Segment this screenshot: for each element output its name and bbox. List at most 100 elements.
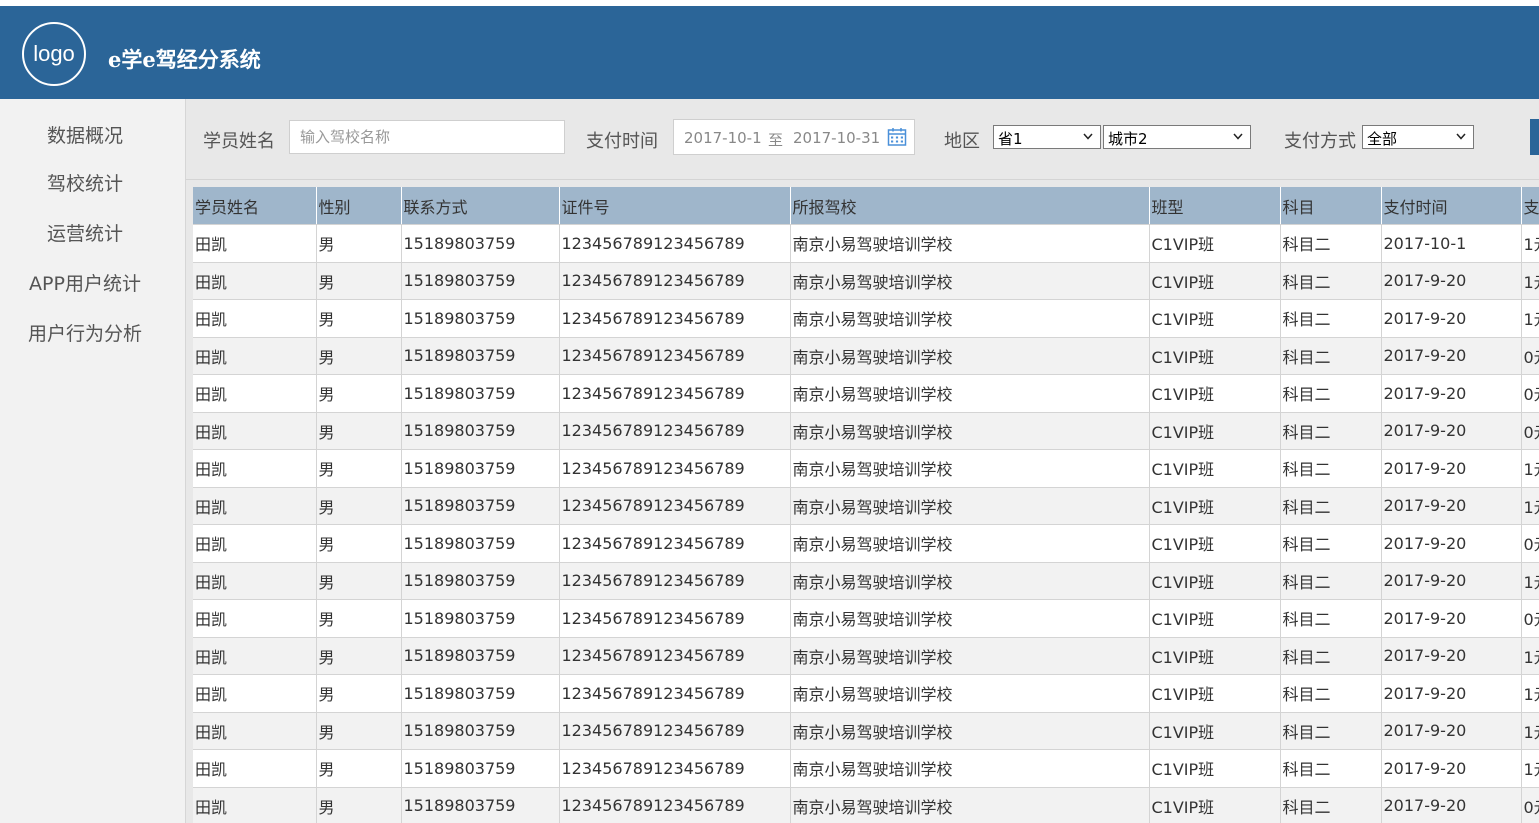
cell-subject: 科目二 — [1280, 787, 1382, 823]
cell-pay-time: 2017-9-20 — [1381, 562, 1522, 600]
table-row[interactable]: 田凯男 15189803759 123456789123456789 南京小易驾驶培训… — [193, 412, 1539, 450]
cell-gender: 男 — [316, 262, 402, 300]
calendar-icon[interactable] — [887, 127, 907, 147]
cell-class-type: C1VIP班 — [1149, 712, 1281, 750]
cell-student-name: 田凯 — [193, 412, 317, 450]
pay-method-select[interactable]: 全部 — [1362, 125, 1474, 149]
student-name-input[interactable] — [289, 120, 565, 154]
sidebar-item-school-stats[interactable]: 驾校统计 — [0, 169, 170, 196]
orders-table: 学员姓名 性别 联系方式 证件号 所报驾校 班型 科目 支付时间 支 田凯男 15… — [193, 187, 1539, 823]
cell-id-number: 123456789123456789 — [559, 674, 791, 713]
table-row[interactable]: 田凯男 15189803759 123456789123456789 南京小易驾驶培训… — [193, 599, 1539, 638]
col-header-gender[interactable]: 性别 — [316, 187, 402, 225]
table-body: 田凯男 15189803759 123456789123456789 南京小易驾驶培训… — [193, 224, 1539, 823]
col-header-id-number[interactable]: 证件号 — [559, 187, 791, 225]
cell-gender: 男 — [316, 299, 402, 338]
cell-school: 南京小易驾驶培训学校 — [790, 599, 1150, 638]
cell-pay-time: 2017-9-20 — [1381, 599, 1522, 638]
table-row[interactable]: 田凯男 15189803759 123456789123456789 南京小易驾驶培训… — [193, 524, 1539, 563]
cell-contact: 15189803759 — [401, 712, 560, 750]
cell-school: 南京小易驾驶培训学校 — [790, 562, 1150, 600]
cell-student-name: 田凯 — [193, 299, 317, 338]
cell-pay-time: 2017-9-20 — [1381, 749, 1522, 788]
date-range-picker[interactable]: 2017-10-1 至 2017-10-31 — [673, 119, 915, 155]
cell-school: 南京小易驾驶培训学校 — [790, 374, 1150, 413]
cell-pay-time: 2017-9-20 — [1381, 412, 1522, 450]
table-row[interactable]: 田凯男 15189803759 123456789123456789 南京小易驾驶培训… — [193, 337, 1539, 375]
cell-pay-amount: 1元 — [1521, 449, 1539, 488]
cell-class-type: C1VIP班 — [1149, 599, 1281, 638]
filter-bar: 学员姓名 支付时间 2017-10-1 至 2017-10-31 地区 省1 — [186, 99, 1539, 180]
cell-gender: 男 — [316, 749, 402, 788]
cell-school: 南京小易驾驶培训学校 — [790, 712, 1150, 750]
cell-subject: 科目二 — [1280, 749, 1382, 788]
date-separator: 至 — [768, 131, 784, 149]
table-row[interactable]: 田凯男 15189803759 123456789123456789 南京小易驾驶培训… — [193, 637, 1539, 675]
cell-class-type: C1VIP班 — [1149, 787, 1281, 823]
table-row[interactable]: 田凯男 15189803759 123456789123456789 南京小易驾驶培训… — [193, 787, 1539, 823]
cell-pay-time: 2017-9-20 — [1381, 674, 1522, 713]
cell-pay-amount: 0元 — [1521, 412, 1539, 450]
cell-pay-time: 2017-9-20 — [1381, 487, 1522, 525]
cell-subject: 科目二 — [1280, 674, 1382, 713]
cell-pay-amount: 1元 — [1521, 262, 1539, 300]
table-row[interactable]: 田凯男 15189803759 123456789123456789 南京小易驾驶培训… — [193, 449, 1539, 488]
cell-subject: 科目二 — [1280, 412, 1382, 450]
cell-id-number: 123456789123456789 — [559, 262, 791, 300]
table-row[interactable]: 田凯男 15189803759 123456789123456789 南京小易驾驶培训… — [193, 487, 1539, 525]
table-row[interactable]: 田凯男 15189803759 123456789123456789 南京小易驾驶培训… — [193, 262, 1539, 300]
city-select[interactable]: 城市2 — [1103, 125, 1251, 149]
cell-pay-amount: 0元 — [1521, 374, 1539, 413]
cell-class-type: C1VIP班 — [1149, 562, 1281, 600]
cell-school: 南京小易驾驶培训学校 — [790, 637, 1150, 675]
col-header-student-name[interactable]: 学员姓名 — [193, 187, 317, 225]
cell-id-number: 123456789123456789 — [559, 224, 791, 263]
cell-pay-amount: 0元 — [1521, 599, 1539, 638]
col-header-pay-amount[interactable]: 支 — [1521, 187, 1539, 225]
sidebar-item-user-behavior[interactable]: 用户行为分析 — [0, 319, 170, 346]
cell-id-number: 123456789123456789 — [559, 299, 791, 338]
table-row[interactable]: 田凯男 15189803759 123456789123456789 南京小易驾驶培训… — [193, 674, 1539, 713]
col-header-class-type[interactable]: 班型 — [1149, 187, 1281, 225]
table-row[interactable]: 田凯男 15189803759 123456789123456789 南京小易驾驶培训… — [193, 712, 1539, 750]
cell-gender: 男 — [316, 449, 402, 488]
cell-contact: 15189803759 — [401, 487, 560, 525]
col-header-contact[interactable]: 联系方式 — [401, 187, 560, 225]
table-row[interactable]: 田凯男 15189803759 123456789123456789 南京小易驾驶培训… — [193, 299, 1539, 338]
table-row[interactable]: 田凯男 15189803759 123456789123456789 南京小易驾驶培训… — [193, 562, 1539, 600]
cell-class-type: C1VIP班 — [1149, 412, 1281, 450]
table-row[interactable]: 田凯男 15189803759 123456789123456789 南京小易驾驶培训… — [193, 374, 1539, 413]
student-name-label: 学员姓名 — [203, 131, 275, 152]
table-row[interactable]: 田凯男 15189803759 123456789123456789 南京小易驾驶培训… — [193, 224, 1539, 263]
cell-school: 南京小易驾驶培训学校 — [790, 787, 1150, 823]
col-header-school[interactable]: 所报驾校 — [790, 187, 1150, 225]
cell-student-name: 田凯 — [193, 262, 317, 300]
cell-student-name: 田凯 — [193, 374, 317, 413]
cell-pay-amount: 1元 — [1521, 674, 1539, 713]
search-button[interactable] — [1530, 119, 1539, 155]
cell-student-name: 田凯 — [193, 787, 317, 823]
sidebar: 数据概况 驾校统计 运营统计 APP用户统计 用户行为分析 — [0, 99, 186, 823]
cell-pay-amount: 1元 — [1521, 637, 1539, 675]
cell-student-name: 田凯 — [193, 712, 317, 750]
cell-class-type: C1VIP班 — [1149, 749, 1281, 788]
cell-id-number: 123456789123456789 — [559, 599, 791, 638]
col-header-pay-time[interactable]: 支付时间 — [1381, 187, 1522, 225]
cell-student-name: 田凯 — [193, 637, 317, 675]
col-header-subject[interactable]: 科目 — [1280, 187, 1382, 225]
cell-contact: 15189803759 — [401, 749, 560, 788]
sidebar-item-operation-stats[interactable]: 运营统计 — [0, 219, 170, 246]
cell-school: 南京小易驾驶培训学校 — [790, 674, 1150, 713]
app-title: e学e驾经分系统 — [108, 47, 261, 72]
cell-gender: 男 — [316, 337, 402, 375]
table-row[interactable]: 田凯男 15189803759 123456789123456789 南京小易驾驶培训… — [193, 749, 1539, 788]
cell-student-name: 田凯 — [193, 337, 317, 375]
province-select[interactable]: 省1 — [993, 125, 1101, 149]
sidebar-item-app-user-stats[interactable]: APP用户统计 — [0, 269, 170, 296]
cell-id-number: 123456789123456789 — [559, 449, 791, 488]
cell-school: 南京小易驾驶培训学校 — [790, 412, 1150, 450]
region-label: 地区 — [944, 131, 980, 152]
sidebar-item-overview[interactable]: 数据概况 — [0, 121, 170, 148]
cell-contact: 15189803759 — [401, 374, 560, 413]
cell-school: 南京小易驾驶培训学校 — [790, 487, 1150, 525]
